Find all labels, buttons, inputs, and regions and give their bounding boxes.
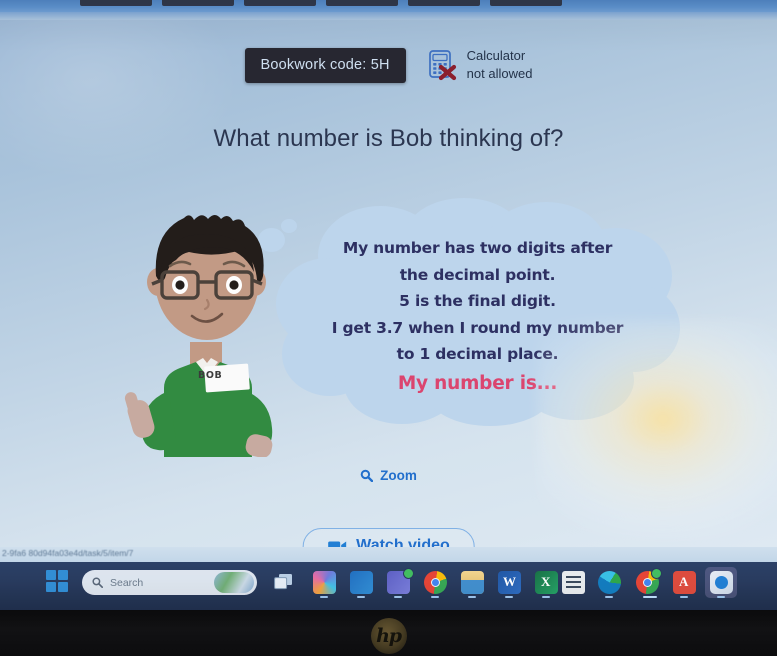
browser-tab-strip [0, 0, 777, 12]
word-glyph: W [503, 574, 516, 589]
sticky-notes-lines [566, 576, 581, 588]
calculator-not-allowed-block: Calculator not allowed [428, 47, 533, 84]
bubble-line: I get 3.7 when I round my number [331, 318, 624, 337]
character-name-badge-label: BOB [198, 370, 223, 381]
page-title: What number is Bob thinking of? [213, 125, 564, 152]
browser-tab[interactable] [408, 0, 480, 6]
bubble-line: My number has two digits after [342, 239, 613, 257]
magnifier-icon [360, 469, 374, 482]
chrome-2-badge [651, 568, 662, 579]
calculator-note-line2: not allowed [466, 66, 533, 81]
acrobat-glyph: A [679, 574, 689, 589]
bookwork-code-badge: Bookwork code: 5H [244, 47, 406, 83]
hp-logo: hp [370, 618, 407, 654]
folder-front [461, 580, 484, 594]
bubble-line: 5 is the final digit. [399, 292, 556, 310]
status-bar-url: 2-9fa6 80d94fa03e4d/task/5/item/7 [2, 548, 134, 558]
video-camera-icon [327, 540, 346, 547]
windows-start-icon[interactable] [46, 570, 70, 594]
zoom-label: Zoom [380, 468, 417, 483]
outlook-new-glyph [715, 576, 728, 589]
taskbar-app-copilot[interactable] [313, 571, 336, 594]
thought-bubble-text: My number has two digits after the decim… [290, 235, 665, 400]
screen-photo: Bookwork code: 5H Calculator not allowed… [0, 0, 777, 656]
page-viewport: Bookwork code: 5H Calculator not allowed… [0, 20, 777, 547]
bubble-line: the decimal point. [399, 265, 556, 284]
search-input[interactable]: Search [82, 570, 257, 595]
browser-status-bar: 2-9fa6 80d94fa03e4d/task/5/item/7 [0, 547, 777, 562]
browser-tab[interactable] [162, 0, 234, 6]
search-highlight-thumbnail [214, 572, 254, 593]
windows-taskbar: Search W X A [0, 562, 777, 610]
calculator-note-line1: Calculator [466, 47, 526, 63]
zoom-button[interactable]: Zoom [0, 468, 777, 483]
character-bob [112, 192, 302, 457]
browser-tab[interactable] [490, 0, 562, 6]
watch-video-label: Watch video [356, 537, 450, 547]
browser-tab[interactable] [326, 0, 398, 6]
hp-logo-text: hp [376, 625, 402, 647]
search-icon [92, 577, 103, 588]
watch-video-button[interactable]: Watch video [302, 528, 475, 547]
chrome-2-center [643, 578, 652, 587]
browser-tab[interactable] [244, 0, 316, 6]
calculator-not-allowed-icon [428, 49, 458, 81]
search-placeholder: Search [110, 576, 144, 589]
header-row: Bookwork code: 5H Calculator not allowed [0, 42, 777, 88]
teams-status-badge [403, 568, 414, 579]
excel-glyph: X [541, 574, 551, 589]
browser-tab[interactable] [80, 0, 152, 6]
taskbar-app-edge[interactable] [598, 571, 621, 594]
chrome-center [431, 578, 440, 587]
calculator-note: Calculator not allowed [467, 47, 533, 84]
bubble-line: to 1 decimal place. [396, 345, 559, 363]
task-view-icon[interactable] [274, 573, 293, 590]
bubble-answer-prompt: My number is... [397, 372, 558, 394]
taskbar-app-outlook[interactable] [350, 571, 373, 594]
